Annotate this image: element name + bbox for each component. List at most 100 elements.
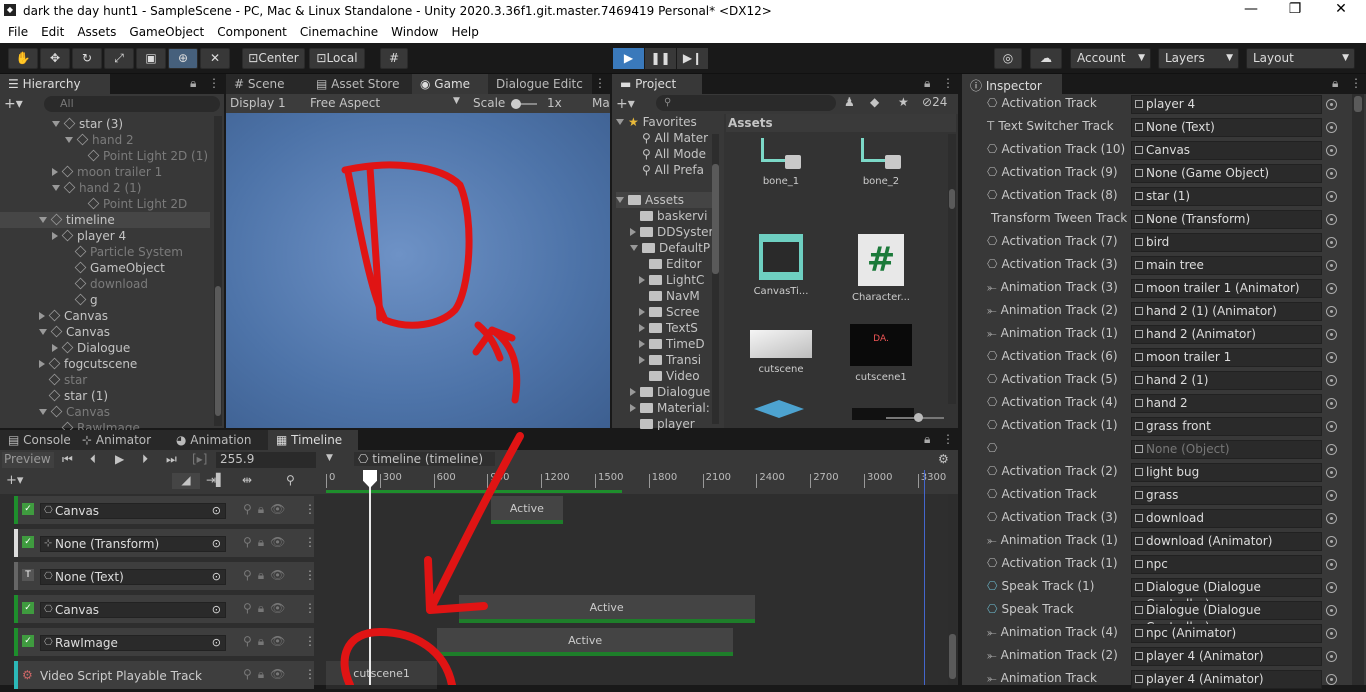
menu-help[interactable]: Help	[444, 23, 484, 39]
tab-timeline[interactable]: ▦ Timeline	[268, 430, 358, 450]
asset-item[interactable]: bone_2	[838, 134, 924, 222]
hierarchy-item[interactable]: star (3)	[52, 116, 123, 132]
more-icon[interactable]: ⋮	[304, 535, 316, 549]
expand-icon[interactable]	[52, 185, 60, 191]
inspector-binding-field[interactable]: player 4 (Animator)	[1131, 670, 1322, 689]
object-picker-icon[interactable]	[1326, 582, 1337, 593]
object-picker-icon[interactable]	[1326, 168, 1337, 179]
folder-item[interactable]: DDSyster	[630, 224, 712, 240]
tab-animator[interactable]: ⊹ Animator	[74, 430, 168, 450]
expand-icon[interactable]	[52, 168, 58, 176]
hierarchy-item[interactable]: fogcutscene	[39, 356, 137, 372]
tab-scene[interactable]: # Scene	[226, 74, 308, 94]
pin-icon[interactable]: ⚲	[286, 473, 295, 487]
inspector-binding-field[interactable]: moon trailer 1	[1131, 348, 1322, 367]
lock-icon[interactable]: 🔒︎	[1332, 76, 1338, 91]
inspector-binding-field[interactable]: None (Object)	[1131, 440, 1322, 459]
object-picker-icon[interactable]	[1326, 651, 1337, 662]
track-lock-icons[interactable]: ⚲🔒︎👁	[243, 535, 291, 550]
hierarchy-item[interactable]: timeline	[0, 212, 210, 228]
timeline-clip[interactable]: Active	[437, 628, 734, 656]
menu-file[interactable]: File	[0, 23, 33, 39]
object-picker-icon[interactable]	[1326, 306, 1337, 317]
tab-project[interactable]: ▬ Project	[612, 74, 702, 94]
menu-gameobject[interactable]: GameObject	[121, 23, 209, 39]
expand-icon[interactable]	[39, 312, 45, 320]
folder-item[interactable]: Dialogue	[630, 384, 712, 400]
snap-icon[interactable]: ◢	[172, 473, 200, 489]
hierarchy-item[interactable]: Canvas	[39, 308, 108, 324]
gear-icon[interactable]: ⚙	[938, 452, 949, 466]
cloud-icon[interactable]: ☁	[1030, 48, 1062, 69]
inspector-binding-field[interactable]: None (Game Object)	[1131, 164, 1322, 183]
icon-size-slider[interactable]	[886, 413, 944, 422]
expand-icon[interactable]	[630, 388, 636, 396]
scroll-thumb[interactable]	[949, 189, 955, 209]
expand-icon[interactable]	[639, 324, 645, 332]
pivot-center-button[interactable]: ⊡Center	[242, 48, 305, 69]
favorite-item[interactable]: ⚲ All Mode	[642, 146, 706, 162]
expand-icon[interactable]	[639, 356, 645, 364]
more-icon[interactable]: ⋮	[942, 76, 954, 90]
scale-tool-icon[interactable]: ⤢	[104, 48, 134, 69]
object-picker-icon[interactable]	[1326, 283, 1337, 294]
object-picker-icon[interactable]	[1326, 375, 1337, 386]
inspector-binding-field[interactable]: npc	[1131, 555, 1322, 574]
folder-item[interactable]: TimeD	[639, 336, 712, 352]
folder-item[interactable]: NavM	[639, 288, 712, 304]
hierarchy-item[interactable]: Canvas	[39, 324, 110, 340]
folder-item[interactable]: TextS	[639, 320, 712, 336]
folder-item[interactable]: baskervi	[630, 208, 712, 224]
account-dropdown[interactable]: Account ▼	[1070, 48, 1151, 69]
preview-button[interactable]: Preview	[2, 452, 54, 468]
active-checkbox[interactable]: ✓	[22, 503, 34, 515]
target-icon[interactable]: ⊙	[212, 537, 221, 551]
object-picker-icon[interactable]	[1326, 237, 1337, 248]
assets-root[interactable]: Assets	[616, 192, 714, 208]
more-icon[interactable]: ⋮	[304, 502, 316, 516]
more-icon[interactable]: ⋮	[304, 601, 316, 615]
object-picker-icon[interactable]	[1326, 421, 1337, 432]
hierarchy-search-input[interactable]: All	[44, 96, 220, 112]
folder-item[interactable]: Transi	[639, 352, 712, 368]
menu-component[interactable]: Component	[209, 23, 292, 39]
next-frame-icon[interactable]: ⏵	[142, 452, 148, 467]
rotate-tool-icon[interactable]: ↻	[72, 48, 102, 69]
hierarchy-item[interactable]: Dialogue	[52, 340, 130, 356]
expand-icon[interactable]	[39, 329, 47, 335]
expand-icon[interactable]	[630, 404, 636, 412]
object-picker-icon[interactable]	[1326, 191, 1337, 202]
play-range-icon[interactable]: [▸]	[192, 452, 207, 466]
track-lock-icons[interactable]: ⚲🔒︎👁	[243, 502, 291, 517]
favorite-item[interactable]: ⚲ All Prefa	[642, 162, 704, 178]
hierarchy-item[interactable]: hand 2 (1)	[52, 180, 141, 196]
expand-icon[interactable]	[630, 245, 638, 251]
pause-button[interactable]: ❚❚	[645, 48, 676, 69]
collab-icon[interactable]: ◎	[994, 48, 1022, 69]
target-icon[interactable]: ⊙	[212, 504, 221, 518]
object-picker-icon[interactable]	[1326, 674, 1337, 685]
object-picker-icon[interactable]	[1326, 536, 1337, 547]
track-binding-field[interactable]: ⊹ None (Transform) ⊙	[40, 536, 226, 552]
display-dropdown[interactable]: Display 1	[230, 96, 286, 110]
favorites-header[interactable]: ★ Favorites	[616, 114, 697, 130]
timeline-track[interactable]: ✓ ⎔ Canvas ⊙ ⚲🔒︎👁 ⋮	[14, 496, 316, 524]
object-picker-icon[interactable]	[1326, 352, 1337, 363]
inspector-scrollbar[interactable]	[1352, 94, 1364, 685]
object-picker-icon[interactable]	[1326, 628, 1337, 639]
asset-item[interactable]: DA. cutscene1	[838, 318, 924, 406]
play-icon[interactable]: ▶	[115, 452, 124, 466]
label-filter-icon[interactable]: ◆	[870, 95, 879, 109]
maximize-button[interactable]: ❐	[1272, 1, 1318, 17]
expand-icon[interactable]	[52, 232, 58, 240]
transform-tool-icon[interactable]: ⊕	[168, 48, 198, 69]
inspector-binding-field[interactable]: download (Animator)	[1131, 532, 1322, 551]
inspector-binding-field[interactable]: Canvas	[1131, 141, 1322, 160]
frame-field[interactable]: 255.9	[216, 452, 316, 468]
more-icon[interactable]: ⋮	[208, 76, 220, 90]
target-icon[interactable]: ⊙	[212, 570, 221, 584]
object-picker-icon[interactable]	[1326, 490, 1337, 501]
step-button[interactable]: ▶❙	[677, 48, 708, 69]
game-view[interactable]	[226, 113, 610, 428]
active-checkbox[interactable]: ✓	[22, 635, 34, 647]
